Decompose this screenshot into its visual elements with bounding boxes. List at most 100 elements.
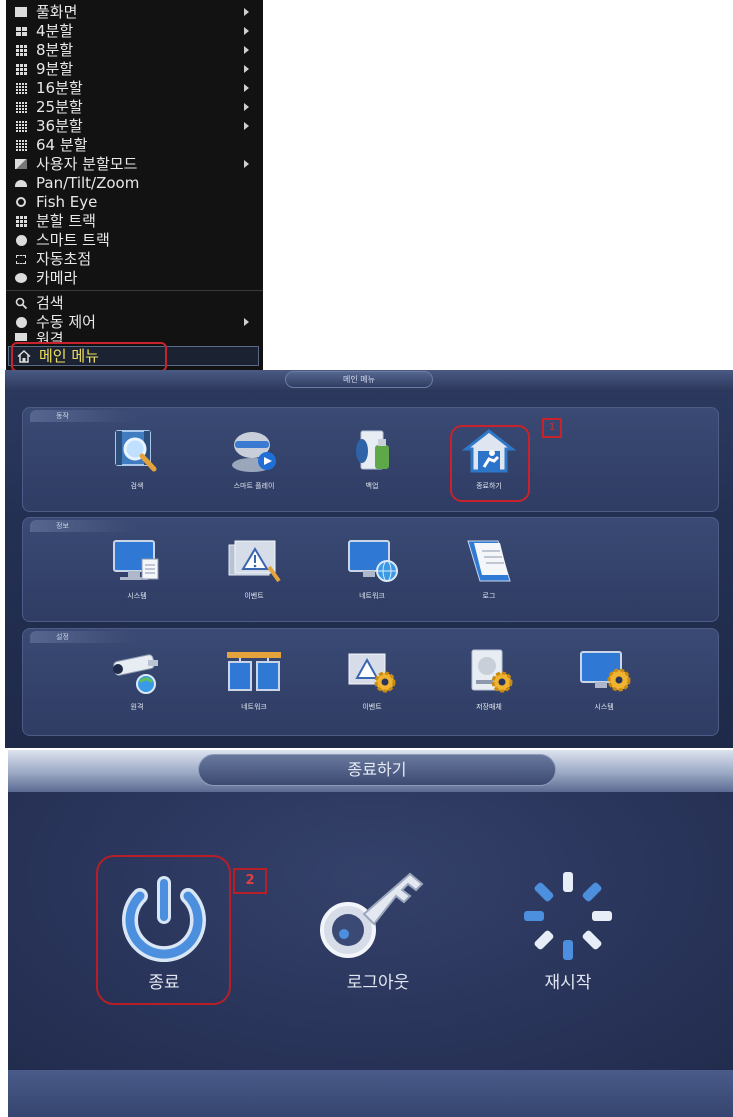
ptz-camera-icon xyxy=(14,177,28,189)
menu-item-split-track[interactable]: 분할 트랙 xyxy=(6,212,263,230)
grid-25-icon xyxy=(14,101,28,113)
menu-item-manual-control[interactable]: 수동 제어 xyxy=(6,313,263,331)
tile-set-storage[interactable]: 저장매체 xyxy=(444,648,534,712)
menu-item-4-split[interactable]: 4분할 xyxy=(6,22,263,40)
camera-icon xyxy=(14,272,28,284)
menu-item-8-split[interactable]: 8분할 xyxy=(6,41,263,59)
chevron-right-icon xyxy=(244,318,249,326)
menu-item-label: 64 분할 xyxy=(36,136,88,154)
menu-item-label: 8분할 xyxy=(36,41,74,59)
video-search-icon xyxy=(102,427,172,475)
highlight-box-exit xyxy=(450,425,530,502)
menu-item-label: 4분할 xyxy=(36,22,74,40)
menu-item-9-split[interactable]: 9분할 xyxy=(6,60,263,78)
menu-item-fisheye[interactable]: Fish Eye xyxy=(6,193,263,211)
event-gear-icon xyxy=(337,648,407,696)
chevron-right-icon xyxy=(244,160,249,168)
menu-item-search[interactable]: 검색 xyxy=(6,294,263,312)
monitor-doc-icon xyxy=(102,537,172,585)
tile-label: 시스템 xyxy=(127,592,147,600)
grid-64-icon xyxy=(14,139,28,151)
menu-item-label: 9분할 xyxy=(36,60,74,78)
menu-item-fullscreen[interactable]: 풀화면 xyxy=(6,3,263,21)
menu-item-label: 원격 xyxy=(36,331,64,342)
menu-item-16-split[interactable]: 16분할 xyxy=(6,79,263,97)
tile-set-network[interactable]: 네트워크 xyxy=(209,648,299,712)
menu-item-custom-split[interactable]: 사용자 분할모드 xyxy=(6,155,263,173)
grid-16-icon xyxy=(14,82,28,94)
smart-track-icon xyxy=(14,234,28,246)
menu-item-autofocus[interactable]: 자동초점 xyxy=(6,250,263,268)
tile-label: 검색 xyxy=(130,482,144,490)
tile-info-log[interactable]: 로그 xyxy=(444,537,534,601)
main-menu-window: 메인 메뉴 동작 검색 스마트 플레이 백업 종료하기 정보 시스템 이벤트 네… xyxy=(5,370,733,748)
log-book-icon xyxy=(454,537,524,585)
network-globe-icon xyxy=(337,537,407,585)
menu-item-label: 스마트 트랙 xyxy=(36,231,110,249)
grid-36-icon xyxy=(14,120,28,132)
storage-gear-icon xyxy=(454,648,524,696)
tile-set-system[interactable]: 시스템 xyxy=(559,648,649,712)
grid-8-icon xyxy=(14,44,28,56)
option-logout[interactable]: 로그아웃 xyxy=(298,870,458,993)
split-track-icon xyxy=(14,215,28,227)
menu-item-remote[interactable]: 원격 xyxy=(6,331,263,342)
search-icon xyxy=(14,297,28,309)
menu-item-label: 36분할 xyxy=(36,117,83,135)
manual-control-icon xyxy=(14,316,28,328)
menu-item-smart-track[interactable]: 스마트 트랙 xyxy=(6,231,263,249)
tile-smart-play[interactable]: 스마트 플레이 xyxy=(209,427,299,491)
highlight-box-main-menu xyxy=(11,342,167,372)
menu-item-label: 25분할 xyxy=(36,98,83,116)
menu-item-label: Pan/Tilt/Zoom xyxy=(36,174,140,192)
tile-info-network[interactable]: 네트워크 xyxy=(327,537,417,601)
tile-label: 로그 xyxy=(482,592,496,600)
menu-item-25-split[interactable]: 25분할 xyxy=(6,98,263,116)
tile-label: 스마트 플레이 xyxy=(233,482,275,490)
highlight-box-shutdown xyxy=(96,855,231,1005)
square-icon xyxy=(14,6,28,18)
smart-play-icon xyxy=(219,427,289,475)
tile-search[interactable]: 검색 xyxy=(92,427,182,491)
menu-item-label: 분할 트랙 xyxy=(36,212,96,230)
tile-set-event[interactable]: 이벤트 xyxy=(327,648,417,712)
chevron-right-icon xyxy=(244,84,249,92)
window-title: 종료하기 xyxy=(198,754,556,786)
remote-icon xyxy=(14,331,28,342)
section-label: 정보 xyxy=(30,520,140,532)
chevron-right-icon xyxy=(244,122,249,130)
context-menu: 풀화면 4분할 8분할 9분할 16분할 25분할 36분할 64 분할 사용자… xyxy=(6,0,263,370)
tile-info-event[interactable]: 이벤트 xyxy=(209,537,299,601)
menu-item-label: 풀화면 xyxy=(36,3,78,21)
menu-item-36-split[interactable]: 36분할 xyxy=(6,117,263,135)
tile-label: 저장매체 xyxy=(476,703,502,711)
autofocus-icon xyxy=(14,253,28,265)
grid-9-icon xyxy=(14,63,28,75)
menu-item-camera[interactable]: 카메라 xyxy=(6,269,263,287)
tile-label: 이벤트 xyxy=(362,703,382,711)
menu-item-label: Fish Eye xyxy=(36,193,98,211)
event-warning-icon xyxy=(219,537,289,585)
option-restart[interactable]: 재시작 xyxy=(488,870,648,993)
menu-item-ptz[interactable]: Pan/Tilt/Zoom xyxy=(6,174,263,192)
bottom-bar xyxy=(8,1070,733,1117)
tile-label: 백업 xyxy=(365,482,379,490)
chevron-right-icon xyxy=(244,27,249,35)
section-info: 정보 시스템 이벤트 네트워크 로그 xyxy=(22,517,719,622)
chevron-right-icon xyxy=(244,65,249,73)
menu-item-64-split[interactable]: 64 분할 xyxy=(6,136,263,154)
chevron-right-icon xyxy=(244,46,249,54)
menu-item-label: 16분할 xyxy=(36,79,83,97)
tile-info-system[interactable]: 시스템 xyxy=(92,537,182,601)
tile-backup[interactable]: 백업 xyxy=(327,427,417,491)
tile-set-remote[interactable]: 원격 xyxy=(92,648,182,712)
restart-spinner-icon xyxy=(488,870,648,962)
network-monitors-icon xyxy=(219,648,289,696)
step-badge: 2 xyxy=(233,868,267,894)
cctv-camera-icon xyxy=(102,648,172,696)
fisheye-icon xyxy=(14,196,28,208)
chevron-right-icon xyxy=(244,8,249,16)
grid-4-icon xyxy=(14,25,28,37)
tile-label: 네트워크 xyxy=(359,592,385,600)
menu-item-label: 사용자 분할모드 xyxy=(36,155,138,173)
